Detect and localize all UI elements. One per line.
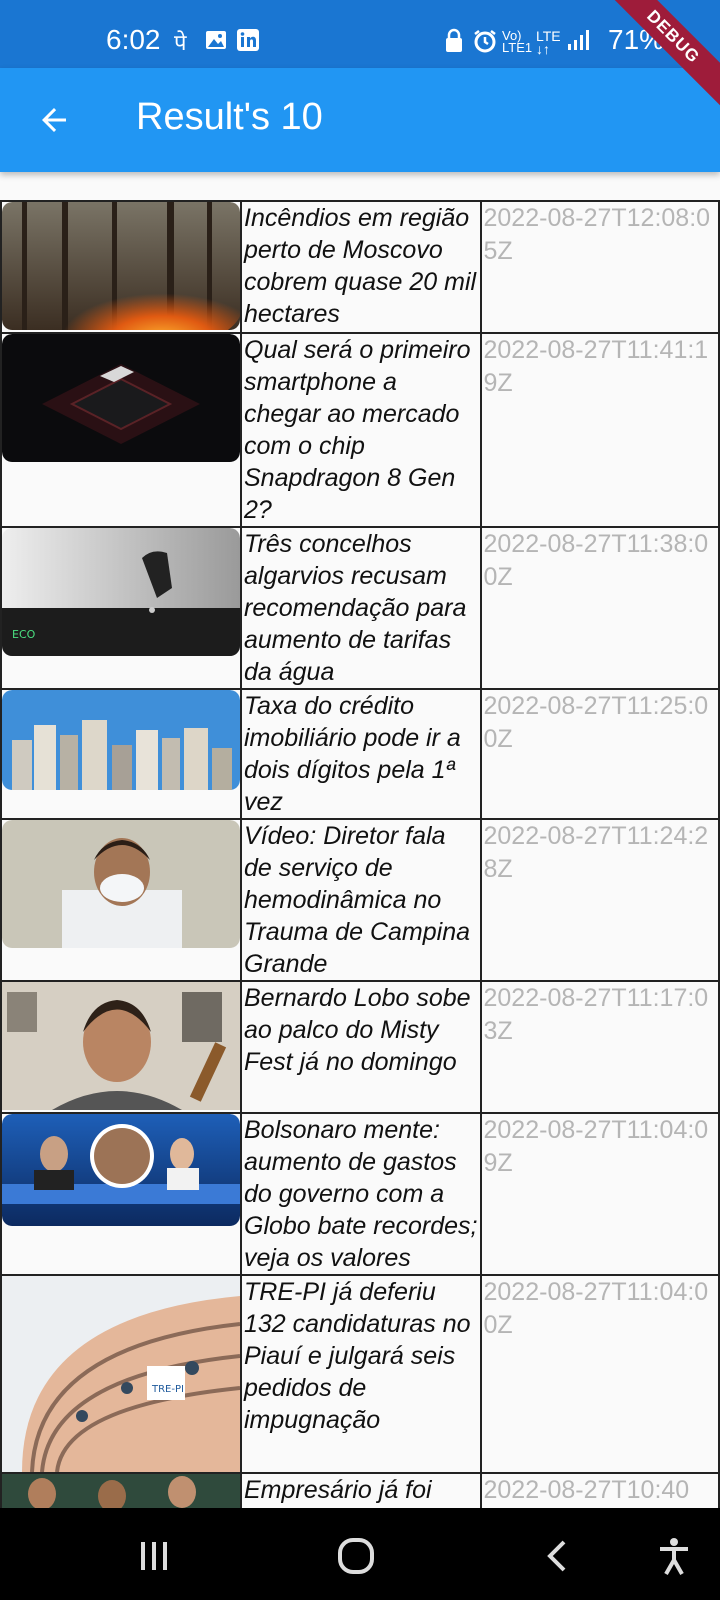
article-title[interactable]: Bolsonaro mente: aumento de gastos do go… [242, 1114, 480, 1274]
date-cell: 2022-08-27T12:08:05Z [479, 200, 720, 334]
table-row[interactable]: Incêndios em região perto de Moscovo cob… [0, 200, 720, 334]
arrow-back-icon [42, 108, 66, 132]
tv-news-studio-image [2, 1114, 240, 1226]
article-date: 2022-08-27T11:04:00Z [483, 1278, 709, 1339]
article-title[interactable]: Vídeo: Diretor fala de serviço de hemodi… [242, 820, 480, 980]
app-bar: Result's 10 [0, 68, 720, 172]
city-skyline-image [2, 690, 240, 790]
processor-chip-image [2, 334, 240, 462]
article-date: 2022-08-27T12:08:05Z [483, 204, 711, 265]
article-title[interactable]: Três concelhos algarvios recusam recomen… [242, 528, 480, 688]
article-date: 2022-08-27T11:38:00Z [483, 530, 709, 591]
table-row[interactable]: Qual será o primeiro smartphone a chegar… [0, 332, 720, 528]
date-cell: 2022-08-27T11:04:09Z [479, 1112, 720, 1276]
recents-button[interactable] [132, 1534, 176, 1578]
date-cell: 2022-08-27T11:04:00Z [479, 1274, 720, 1474]
title-cell: Bolsonaro mente: aumento de gastos do go… [240, 1112, 482, 1276]
volte-indicator: Vo) LTE1 [502, 28, 533, 55]
thumbnail-cell [0, 688, 242, 820]
article-date: 2022-08-27T11:25:00Z [483, 692, 709, 753]
title-cell: Qual será o primeiro smartphone a chegar… [240, 332, 482, 528]
signal-icon [566, 28, 590, 56]
svg-text:पे: पे [174, 30, 187, 54]
article-title[interactable]: Empresário já foi [242, 1474, 480, 1506]
article-title[interactable]: Incêndios em região perto de Moscovo cob… [242, 202, 480, 330]
status-time: 6:02 [106, 24, 161, 55]
article-date: 2022-08-27T10:40 [483, 1476, 690, 1504]
home-icon [338, 1538, 374, 1574]
date-cell: 2022-08-27T11:17:03Z [479, 980, 720, 1114]
thumbnail-cell [0, 1112, 242, 1276]
thumbnail-cell: TRE-PI [0, 1274, 242, 1474]
forest-fire-image [2, 202, 240, 330]
linkedin-icon [236, 28, 262, 54]
football-players-image [2, 1474, 240, 1508]
back-button[interactable] [28, 94, 80, 146]
article-title[interactable]: Qual será o primeiro smartphone a chegar… [242, 334, 480, 526]
table-row[interactable]: Vídeo: Diretor fala de serviço de hemodi… [0, 818, 720, 982]
accessibility-button[interactable] [652, 1534, 696, 1578]
thumbnail-cell [0, 1472, 242, 1508]
table-row[interactable]: TRE-PI TRE-PI já deferiu 132 candidatura… [0, 1274, 720, 1474]
notification-app-icon: पे [172, 28, 198, 56]
article-title[interactable]: TRE-PI já deferiu 132 candidaturas no Pi… [242, 1276, 480, 1436]
date-cell: 2022-08-27T11:25:00Z [479, 688, 720, 820]
article-date: 2022-08-27T11:41:19Z [483, 336, 709, 397]
page-title: Result's 10 [136, 96, 323, 138]
status-bar: 6:02 पे Vo) LTE1 LTE ↓↑ 71% [0, 0, 720, 68]
svg-text:ECO: ECO [12, 628, 36, 641]
back-icon [547, 1540, 566, 1572]
tre-pi-logo: TRE-PI [151, 1384, 184, 1395]
article-title[interactable]: Taxa do crédito imobiliário pode ir a do… [242, 690, 480, 818]
title-cell: Empresário já foi [240, 1472, 482, 1508]
date-cell: 2022-08-27T11:41:19Z [479, 332, 720, 528]
title-cell: Incêndios em região perto de Moscovo cob… [240, 200, 482, 334]
recents-icon [141, 1542, 167, 1570]
table-row[interactable]: ECO Três concelhos algarvios recusam rec… [0, 526, 720, 690]
thumbnail-cell [0, 200, 242, 334]
title-cell: Vídeo: Diretor fala de serviço de hemodi… [240, 818, 482, 982]
thumbnail-cell [0, 818, 242, 982]
table-row[interactable]: Bernardo Lobo sobe ao palco do Misty Fes… [0, 980, 720, 1114]
system-nav-bar [0, 1508, 720, 1600]
table-row[interactable]: Empresário já foi 2022-08-27T10:40 [0, 1472, 720, 1508]
article-date: 2022-08-27T11:24:28Z [483, 822, 709, 883]
title-cell: Três concelhos algarvios recusam recomen… [240, 526, 482, 690]
title-cell: TRE-PI já deferiu 132 candidaturas no Pi… [240, 1274, 482, 1474]
article-title[interactable]: Bernardo Lobo sobe ao palco do Misty Fes… [242, 982, 480, 1078]
man-with-guitar-image [2, 982, 240, 1110]
table-row[interactable]: Taxa do crédito imobiliário pode ir a do… [0, 688, 720, 820]
title-cell: Taxa do crédito imobiliário pode ir a do… [240, 688, 482, 820]
title-cell: Bernardo Lobo sobe ao palco do Misty Fes… [240, 980, 482, 1114]
lte-indicator: LTE ↓↑ [536, 28, 561, 57]
news-table: Incêndios em região perto de Moscovo cob… [0, 200, 720, 1508]
water-tap-image: ECO [2, 528, 240, 656]
thumbnail-cell [0, 980, 242, 1114]
thumbnail-cell [0, 332, 242, 528]
tre-pi-building-image: TRE-PI [2, 1276, 240, 1472]
thumbnail-cell: ECO [0, 526, 242, 690]
results-list[interactable]: Incêndios em região perto de Moscovo cob… [0, 172, 720, 1508]
alarm-icon [472, 28, 498, 56]
article-date: 2022-08-27T11:04:09Z [483, 1116, 709, 1177]
article-date: 2022-08-27T11:17:03Z [483, 984, 709, 1045]
accessibility-icon [660, 1538, 688, 1575]
gallery-icon [204, 28, 230, 54]
date-cell: 2022-08-27T11:38:00Z [479, 526, 720, 690]
date-cell: 2022-08-27T10:40 [479, 1472, 720, 1508]
date-cell: 2022-08-27T11:24:28Z [479, 818, 720, 982]
nav-back-button[interactable] [536, 1534, 580, 1578]
man-with-mask-image [2, 820, 240, 948]
table-row[interactable]: Bolsonaro mente: aumento de gastos do go… [0, 1112, 720, 1276]
home-button[interactable] [334, 1534, 378, 1578]
vpn-lock-icon [444, 28, 464, 56]
